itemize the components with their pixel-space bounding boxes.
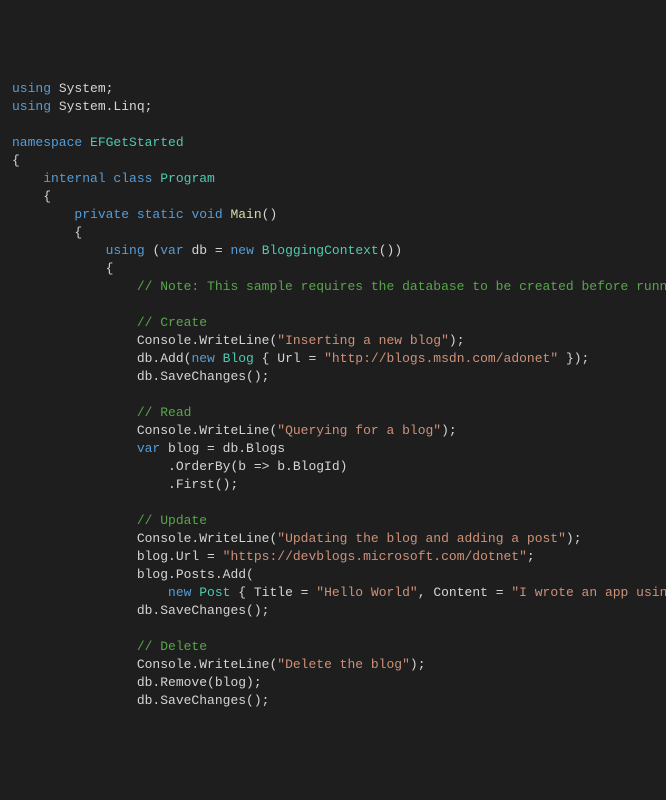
token: Main [230, 207, 261, 222]
token: blog.Posts.Add( [137, 567, 254, 582]
token: { [12, 153, 20, 168]
code-line: using System.Linq; [12, 98, 654, 116]
token: new [191, 351, 222, 366]
token: Post [199, 585, 230, 600]
token: () [262, 207, 278, 222]
token: namespace [12, 135, 90, 150]
code-line: using System; [12, 80, 654, 98]
code-line [12, 386, 654, 404]
code-line: var blog = db.Blogs [12, 440, 654, 458]
token: using [106, 243, 153, 258]
token: new [168, 585, 199, 600]
code-line: .OrderBy(b => b.BlogId) [12, 458, 654, 476]
code-line: new Post { Title = "Hello World", Conten… [12, 584, 654, 602]
token: "I wrote an app using [511, 585, 666, 600]
code-line: { [12, 224, 654, 242]
token: blog = db.Blogs [168, 441, 285, 456]
token: { Url = [254, 351, 324, 366]
token: { Title = [230, 585, 316, 600]
token: Blog [223, 351, 254, 366]
code-line: private static void Main() [12, 206, 654, 224]
token: "https://devblogs.microsoft.com/dotnet" [223, 549, 527, 564]
code-line: db.SaveChanges(); [12, 692, 654, 710]
token: Console.WriteLine( [137, 423, 277, 438]
token: blog.Url = [137, 549, 223, 564]
code-line: { [12, 152, 654, 170]
token: ); [410, 657, 426, 672]
code-line: namespace EFGetStarted [12, 134, 654, 152]
code-line: Console.WriteLine("Inserting a new blog"… [12, 332, 654, 350]
code-line: Console.WriteLine("Delete the blog"); [12, 656, 654, 674]
code-line: // Note: This sample requires the databa… [12, 278, 654, 296]
token: System; [59, 81, 114, 96]
code-line [12, 296, 654, 314]
code-line: using (var db = new BloggingContext()) [12, 242, 654, 260]
token: .OrderBy(b => b.BlogId) [168, 459, 347, 474]
token: .First(); [168, 477, 238, 492]
code-line [12, 116, 654, 134]
code-block: using System;using System.Linq; namespac… [12, 80, 654, 710]
code-line: // Update [12, 512, 654, 530]
code-line: // Delete [12, 638, 654, 656]
token: new [230, 243, 261, 258]
code-line [12, 620, 654, 638]
token: using [12, 99, 59, 114]
token: "http://blogs.msdn.com/adonet" [324, 351, 558, 366]
token: // Delete [137, 639, 207, 654]
token: internal class [43, 171, 160, 186]
token: var [137, 441, 168, 456]
token: db.SaveChanges(); [137, 693, 270, 708]
token: ); [449, 333, 465, 348]
token: }); [558, 351, 589, 366]
token: db = [191, 243, 230, 258]
code-line: db.SaveChanges(); [12, 368, 654, 386]
token: "Updating the blog and adding a post" [277, 531, 566, 546]
token: Console.WriteLine( [137, 333, 277, 348]
token: "Hello World" [316, 585, 417, 600]
token: db.Remove(blog); [137, 675, 262, 690]
code-line: // Read [12, 404, 654, 422]
token: db.Add( [137, 351, 192, 366]
token: { [106, 261, 114, 276]
code-line: blog.Url = "https://devblogs.microsoft.c… [12, 548, 654, 566]
token: using [12, 81, 59, 96]
code-line: blog.Posts.Add( [12, 566, 654, 584]
token: "Delete the blog" [277, 657, 410, 672]
token: { [43, 189, 51, 204]
token: "Inserting a new blog" [277, 333, 449, 348]
token: ); [441, 423, 457, 438]
token: db.SaveChanges(); [137, 369, 270, 384]
token: System.Linq; [59, 99, 153, 114]
token: Console.WriteLine( [137, 657, 277, 672]
code-line: db.Add(new Blog { Url = "http://blogs.ms… [12, 350, 654, 368]
code-line [12, 494, 654, 512]
token: { [74, 225, 82, 240]
token: Console.WriteLine( [137, 531, 277, 546]
token: // Create [137, 315, 207, 330]
token: // Update [137, 513, 207, 528]
code-line: Console.WriteLine("Querying for a blog")… [12, 422, 654, 440]
token: BloggingContext [262, 243, 379, 258]
code-line: db.Remove(blog); [12, 674, 654, 692]
token: "Querying for a blog" [277, 423, 441, 438]
code-line: // Create [12, 314, 654, 332]
token: , Content = [418, 585, 512, 600]
code-line: internal class Program [12, 170, 654, 188]
token: var [160, 243, 191, 258]
code-line: { [12, 188, 654, 206]
token: ); [566, 531, 582, 546]
token: // Read [137, 405, 192, 420]
token: private static void [74, 207, 230, 222]
code-line: Console.WriteLine("Updating the blog and… [12, 530, 654, 548]
code-line: db.SaveChanges(); [12, 602, 654, 620]
token: ; [527, 549, 535, 564]
code-line: { [12, 260, 654, 278]
code-line: .First(); [12, 476, 654, 494]
token: EFGetStarted [90, 135, 184, 150]
token: ()) [379, 243, 402, 258]
token: Program [160, 171, 215, 186]
token: // Note: This sample requires the databa… [137, 279, 666, 294]
token: db.SaveChanges(); [137, 603, 270, 618]
